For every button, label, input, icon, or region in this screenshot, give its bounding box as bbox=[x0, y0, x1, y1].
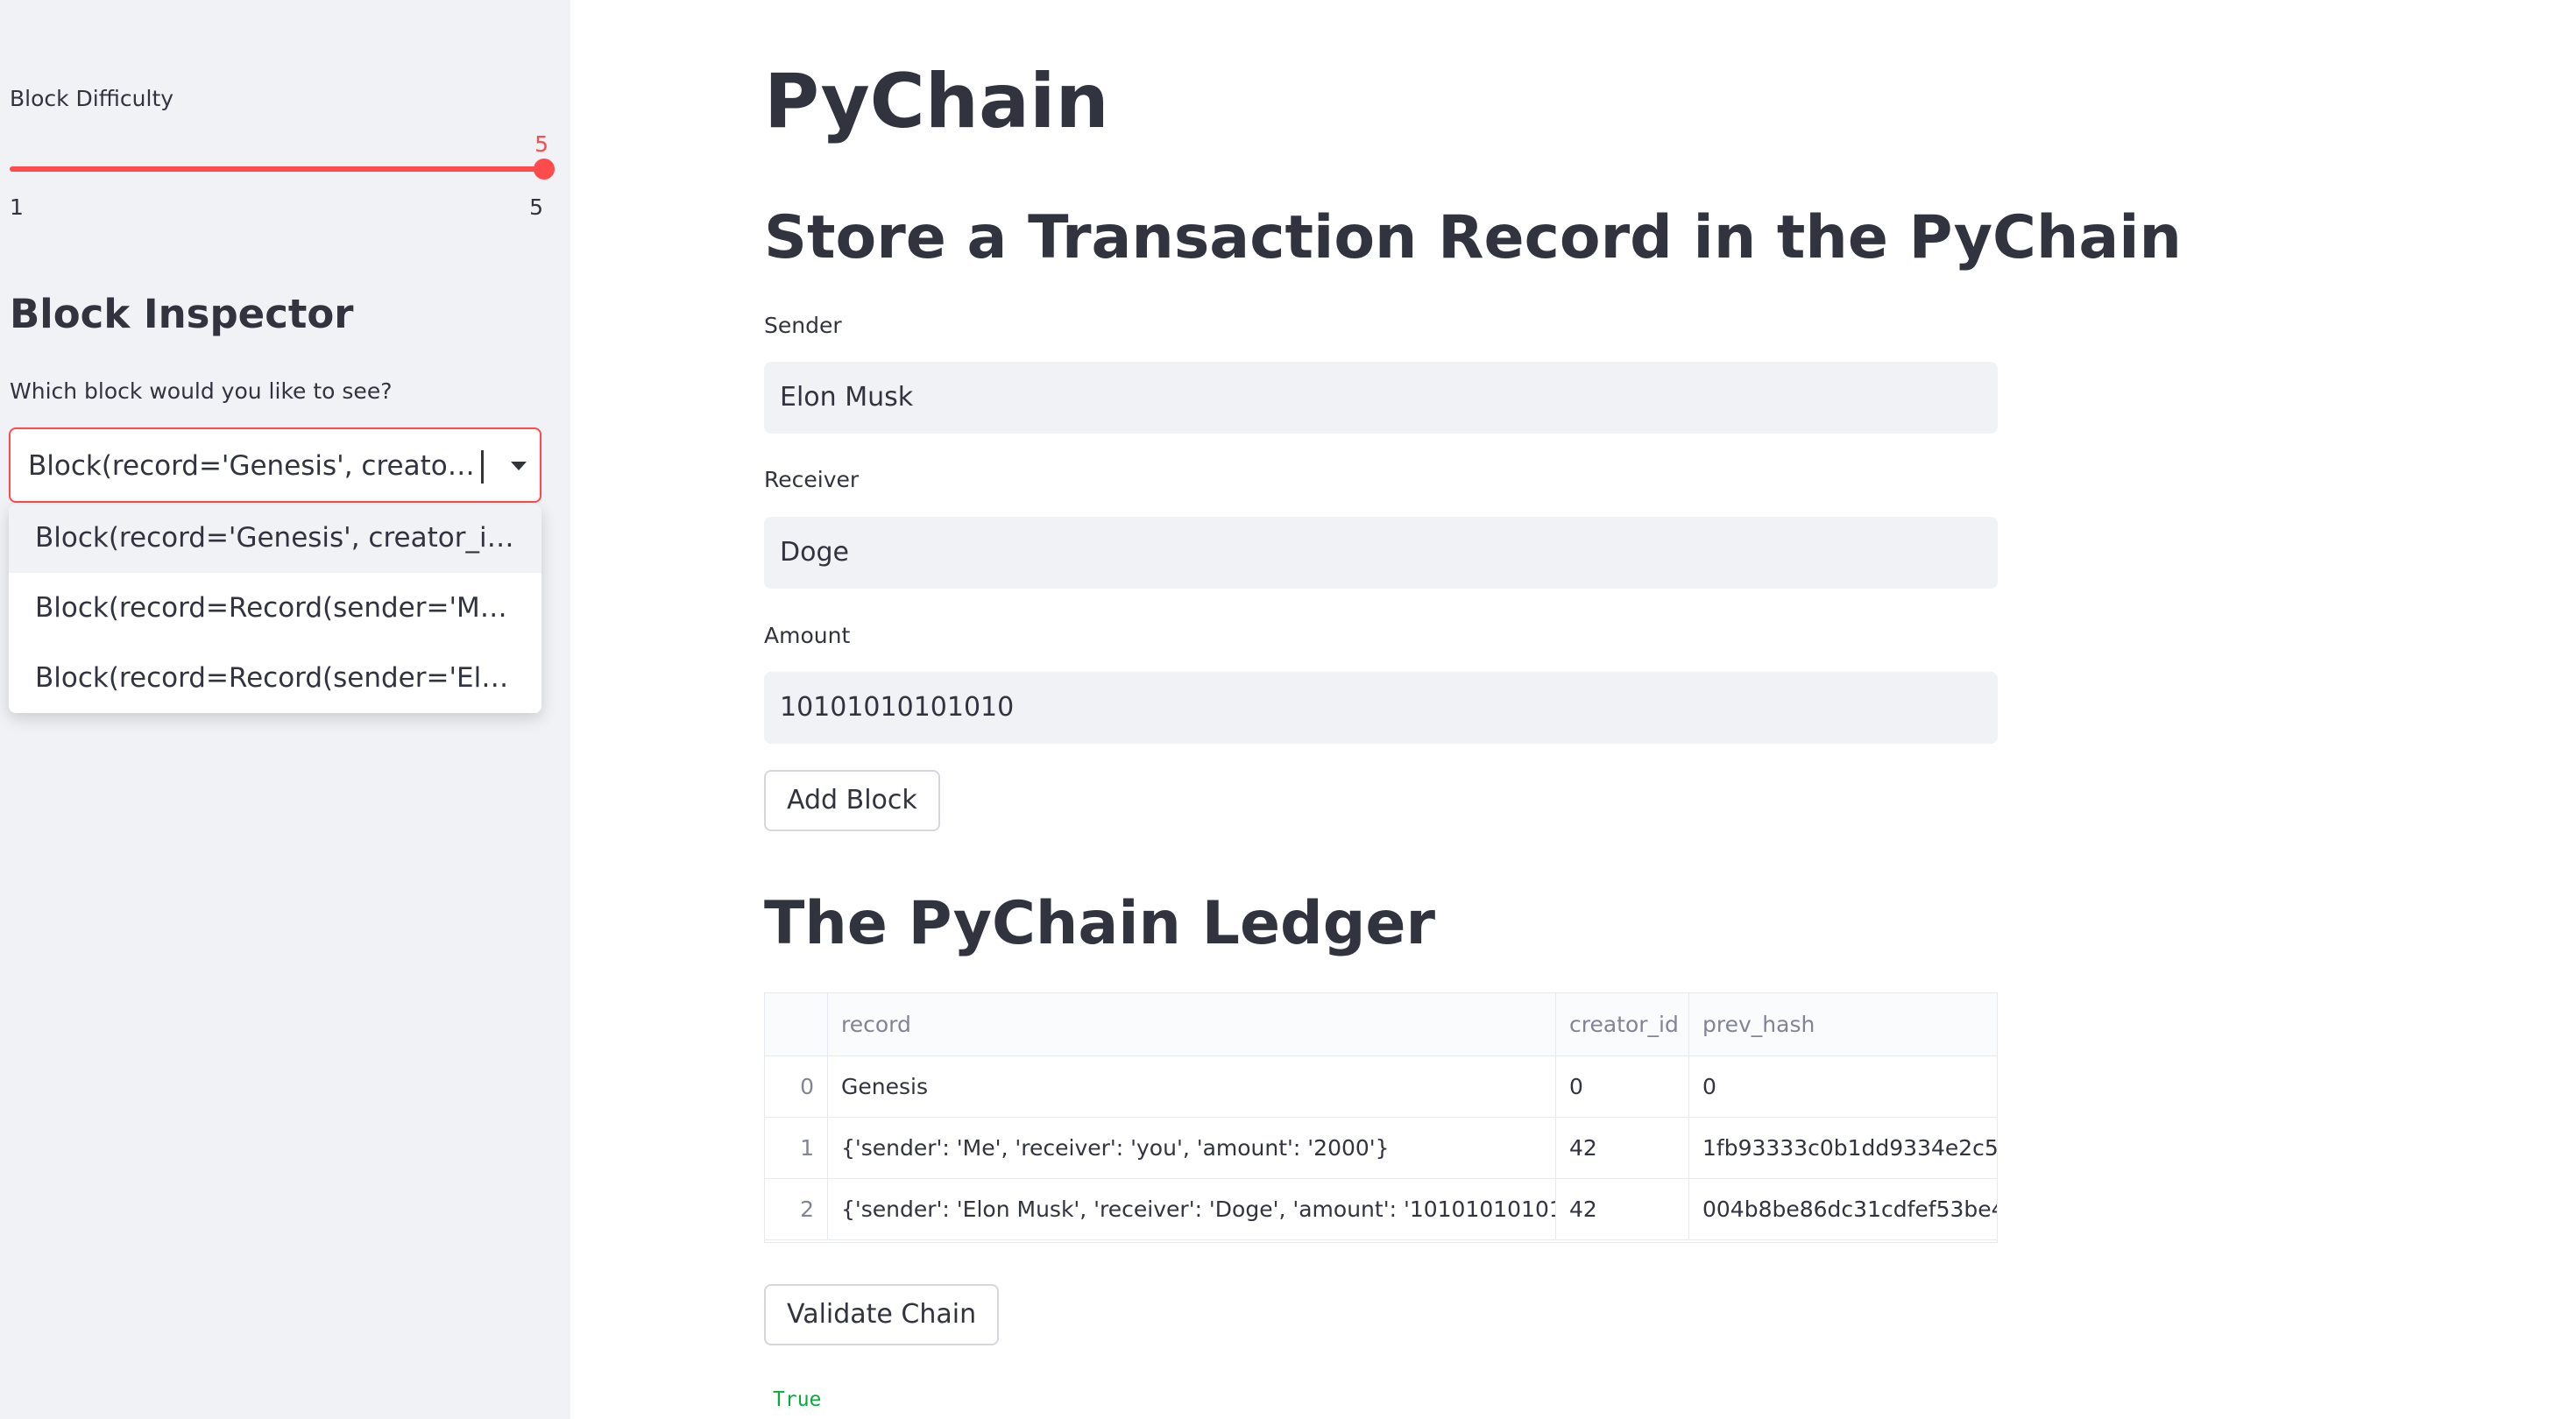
block-select[interactable]: Block(record='Genesis', creator_id=0, pr… bbox=[9, 427, 541, 503]
column-header-prev-hash[interactable]: prev_hash bbox=[1689, 993, 1997, 1055]
slider-current-value: 5 bbox=[534, 131, 548, 157]
form-heading: Store a Transaction Record in the PyChai… bbox=[764, 203, 2182, 272]
block-difficulty-label: Block Difficulty bbox=[10, 86, 174, 111]
slider-thumb[interactable] bbox=[534, 159, 555, 180]
receiver-label: Receiver bbox=[764, 467, 860, 492]
block-select-value: Block(record='Genesis', creator_id=0, pr… bbox=[28, 450, 475, 482]
ledger-table[interactable]: record creator_id prev_hash 0 Genesis 0 … bbox=[764, 992, 1998, 1243]
table-header-row: record creator_id prev_hash bbox=[765, 993, 1997, 1056]
row-index: 2 bbox=[765, 1179, 828, 1239]
validation-result: True bbox=[773, 1388, 822, 1411]
receiver-input[interactable]: Doge bbox=[764, 517, 1998, 589]
block-inspector-heading: Block Inspector bbox=[10, 291, 354, 337]
slider-track[interactable] bbox=[10, 166, 542, 172]
row-index: 1 bbox=[765, 1118, 828, 1178]
column-header-index[interactable] bbox=[765, 993, 828, 1055]
table-row: 2 {'sender': 'Elon Musk', 'receiver': 'D… bbox=[765, 1179, 1997, 1240]
record-cell[interactable]: {'sender': 'Me', 'receiver': 'you', 'amo… bbox=[828, 1118, 1556, 1178]
column-header-creator-id[interactable]: creator_id bbox=[1556, 993, 1689, 1055]
prev-hash-cell[interactable]: 0 bbox=[1689, 1056, 1997, 1117]
row-index: 0 bbox=[765, 1056, 828, 1117]
page-title: PyChain bbox=[764, 58, 1109, 145]
amount-input[interactable]: 10101010101010 bbox=[764, 672, 1998, 744]
slider-max-label: 5 bbox=[529, 194, 543, 220]
dropdown-option[interactable]: Block(record=Record(sender='Elon Musk', … bbox=[9, 645, 541, 713]
amount-label: Amount bbox=[764, 623, 851, 648]
prev-hash-cell[interactable]: 004b8be86dc31cdfef53be440 bbox=[1689, 1179, 1997, 1239]
sender-input[interactable]: Elon Musk bbox=[764, 362, 1998, 434]
dropdown-option[interactable]: Block(record=Record(sender='Me', receive… bbox=[9, 575, 541, 643]
block-difficulty-slider[interactable]: 5 1 5 bbox=[10, 131, 555, 228]
creator-id-cell[interactable]: 42 bbox=[1556, 1118, 1689, 1178]
table-row: 1 {'sender': 'Me', 'receiver': 'you', 'a… bbox=[765, 1118, 1997, 1179]
block-select-label: Which block would you like to see? bbox=[10, 378, 393, 404]
sender-label: Sender bbox=[764, 313, 842, 338]
slider-min-label: 1 bbox=[10, 194, 24, 220]
table-row: 0 Genesis 0 0 bbox=[765, 1056, 1997, 1118]
sidebar: Block Difficulty 5 1 5 Block Inspector W… bbox=[0, 0, 570, 1419]
column-header-record[interactable]: record bbox=[828, 993, 1556, 1055]
creator-id-cell[interactable]: 42 bbox=[1556, 1179, 1689, 1239]
prev-hash-cell[interactable]: 1fb93333c0b1dd9334e2c59b bbox=[1689, 1118, 1997, 1178]
chevron-down-icon[interactable] bbox=[511, 462, 527, 470]
ledger-heading: The PyChain Ledger bbox=[764, 889, 1436, 958]
dropdown-option[interactable]: Block(record='Genesis', creator_id=0, pr… bbox=[9, 505, 541, 573]
record-cell[interactable]: Genesis bbox=[828, 1056, 1556, 1117]
add-block-button[interactable]: Add Block bbox=[764, 770, 940, 831]
record-cell[interactable]: {'sender': 'Elon Musk', 'receiver': 'Dog… bbox=[828, 1179, 1556, 1239]
block-select-dropdown: Block(record='Genesis', creator_id=0, pr… bbox=[9, 505, 541, 713]
validate-chain-button[interactable]: Validate Chain bbox=[764, 1284, 1000, 1345]
creator-id-cell[interactable]: 0 bbox=[1556, 1056, 1689, 1117]
text-cursor bbox=[481, 450, 484, 484]
